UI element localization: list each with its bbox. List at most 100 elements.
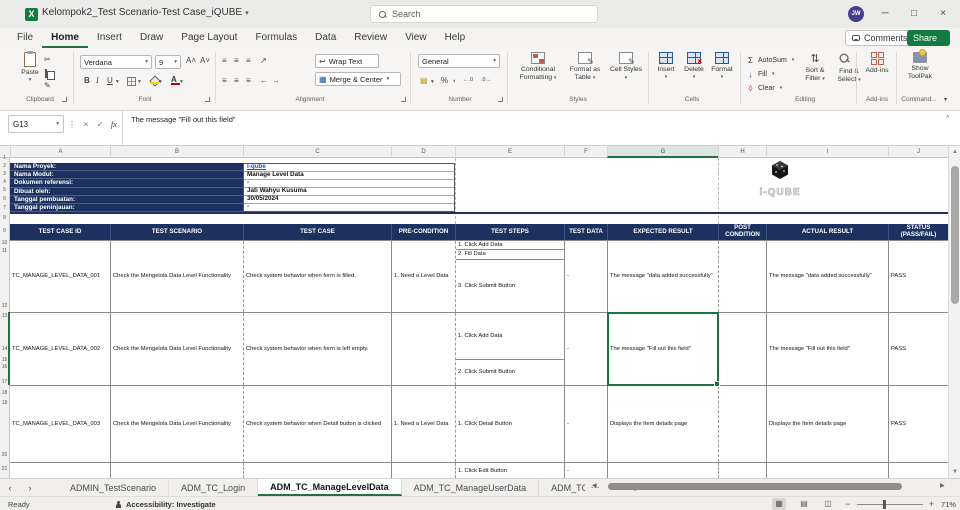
cell-pre-condition[interactable]: 1. Need a Level Data [391,386,455,462]
cell-post-condition[interactable] [718,313,766,385]
zoom-out-icon[interactable]: − [845,498,850,510]
header-test-case[interactable]: TEST CASE [243,224,391,240]
align-bottom-button[interactable]: ≡ [246,56,251,65]
autosum-button[interactable]: Σ AutoSum ▾ [745,53,794,67]
format-painter-button[interactable]: ✎ [44,81,51,90]
horizontal-scrollbar[interactable] [600,481,936,492]
conditional-formatting-button[interactable]: Conditional Formatting ▾ [514,52,562,82]
search-input[interactable]: Search [370,5,598,23]
collapse-ribbon-button[interactable]: ▾ [944,96,947,103]
header-actual-result[interactable]: ACTUAL RESULT [766,224,888,240]
cell-test-scenario[interactable]: Check the Mengelola Data Level Functiona… [110,241,243,312]
copy-button[interactable] [45,69,47,78]
excel-app-icon[interactable]: X [25,8,38,21]
tab-data[interactable]: Data [306,28,345,48]
expand-formula-bar-button[interactable]: ˄ [946,115,950,121]
cell-actual-result[interactable]: The message "data added successfully" [766,241,888,312]
cell-test-case[interactable]: Check system behavior when form is fille… [243,241,391,312]
chevron-down-icon[interactable]: ▾ [138,79,141,85]
scroll-up-icon[interactable]: ▲ [949,146,960,158]
splitter-icon[interactable]: ⋮ [68,115,77,133]
accessibility-status[interactable]: Accessibility: Investigate [115,500,216,509]
wrap-text-button[interactable]: ↩ Wrap Text [315,54,379,68]
decrease-indent-button[interactable]: ← [260,76,268,85]
project-info-labels[interactable]: Nama Proyek: Nama Modul: Dokumen referens… [10,163,243,213]
tab-review[interactable]: Review [345,28,396,48]
name-box[interactable]: G13 ▾ [8,115,64,133]
tab-help[interactable]: Help [436,28,475,48]
cell-expected-result[interactable]: The message "data added successfully" [607,241,718,312]
sort-filter-button[interactable]: ⇅ Sort & Filter ▾ [798,52,832,83]
scroll-down-icon[interactable]: ▼ [949,466,960,478]
show-toolpak-button[interactable]: Show ToolPak [900,49,940,81]
align-center-button[interactable]: ≡ [234,76,239,85]
cell-pre-condition[interactable] [391,313,455,385]
number-dialog-launcher[interactable] [498,97,503,102]
sheet-tab-clipped[interactable]: ADM_TC [539,479,585,496]
align-middle-button[interactable]: ≡ [234,56,239,65]
cancel-button[interactable]: × [80,115,92,133]
insert-function-button[interactable]: fx [108,115,120,133]
col-header-g-selected[interactable]: G [607,146,718,158]
header-status[interactable]: STATUS (PASS/FAIL) [888,224,948,240]
cell-actual-result[interactable]: The message "Fill out this field" [766,313,888,385]
zoom-in-icon[interactable]: + [929,498,934,510]
col-header-b[interactable]: B [110,146,243,158]
col-header-i[interactable]: I [766,146,888,158]
delete-cells-button[interactable]: Delete ▾ [680,52,708,80]
cell-test-steps[interactable]: 1. Click Add Data 2. Fill Data 3. Click … [455,241,564,312]
clear-button[interactable]: ◊ Clear ▾ [745,81,794,95]
orientation-button[interactable]: ↗ [260,56,267,65]
accounting-format-button[interactable]: ▤ [420,76,428,85]
cell-post-condition[interactable] [718,241,766,312]
cell-test-data[interactable]: - [564,241,607,312]
chevron-down-icon[interactable]: ▾ [159,79,162,85]
formula-input[interactable]: The message "Fill out this field" [122,111,944,146]
sheet-tab-adm-tc-manageuserdata[interactable]: ADM_TC_ManageUserData [402,479,540,496]
maximize-button[interactable]: □ [900,0,928,28]
enter-button[interactable]: ✓ [94,115,106,133]
cell-post-condition[interactable] [718,386,766,462]
cell-test-data[interactable]: - [564,386,607,462]
page-layout-view-button[interactable]: ▤ [797,498,811,510]
col-header-j[interactable]: J [888,146,948,158]
chevron-down-icon[interactable]: ▾ [116,79,119,85]
sheet-tab-adm-tc-managleveldata[interactable]: ADM_TC_ManageLevelData [258,479,402,496]
sheet-tab-admin-testscenario[interactable]: ADMIN_TestScenario [58,479,170,496]
col-header-d[interactable]: D [391,146,455,158]
cell-test-case[interactable]: Check system behavior when Detail button… [243,386,391,462]
borders-button[interactable] [127,77,136,86]
clipboard-dialog-launcher[interactable] [62,97,67,102]
decrease-decimal-button[interactable]: .0→ [481,77,491,83]
hscroll-right-icon[interactable]: ▶ [940,481,945,492]
grow-font-button[interactable]: A˄ [186,56,196,65]
tab-file[interactable]: File [8,28,42,48]
zoom-slider-thumb[interactable] [883,500,886,509]
cell-styles-button[interactable]: ✎ Cell Styles ▾ [608,52,644,82]
format-cells-button[interactable]: Format ▾ [708,52,736,80]
cell-status[interactable]: PASS [888,241,948,312]
comments-button[interactable]: Comments [845,30,915,46]
chevron-down-icon[interactable]: ▾ [180,79,183,85]
align-right-button[interactable]: ≡ [246,76,251,85]
cell-test-case-id[interactable]: TC_MANAGE_LEVEL_DATA_001 [10,241,110,312]
cell-test-scenario[interactable]: Check the Mengelola Data Level Functiona… [110,386,243,462]
col-header-c[interactable]: C [243,146,391,158]
close-button[interactable]: × [929,0,957,28]
cell-test-case-id[interactable]: TC_MANAGE_LEVEL_DATA_003 [10,386,110,462]
sheet-tab-adm-tc-login[interactable]: ADM_TC_Login [169,479,259,496]
font-size-select[interactable]: 9 ▾ [155,55,181,69]
merge-center-button[interactable]: ▦ Merge & Center ▾ [315,72,401,86]
avatar[interactable]: JW [848,6,864,22]
tab-home[interactable]: Home [42,28,88,48]
cell-status[interactable]: PASS [888,386,948,462]
chevron-down-icon[interactable]: ▾ [431,79,434,85]
insert-cells-button[interactable]: Insert ▾ [652,52,680,80]
cell-pre-condition[interactable]: 1. Need a Level Data [391,241,455,312]
vertical-scroll-thumb[interactable] [951,166,959,304]
alignment-dialog-launcher[interactable] [401,97,406,102]
bold-button[interactable]: B [84,76,90,85]
cell-test-scenario[interactable]: Check the Mengelola Data Level Functiona… [110,313,243,385]
col-header-a[interactable]: A [10,146,110,158]
font-name-select[interactable]: Verdana ▾ [80,55,152,69]
